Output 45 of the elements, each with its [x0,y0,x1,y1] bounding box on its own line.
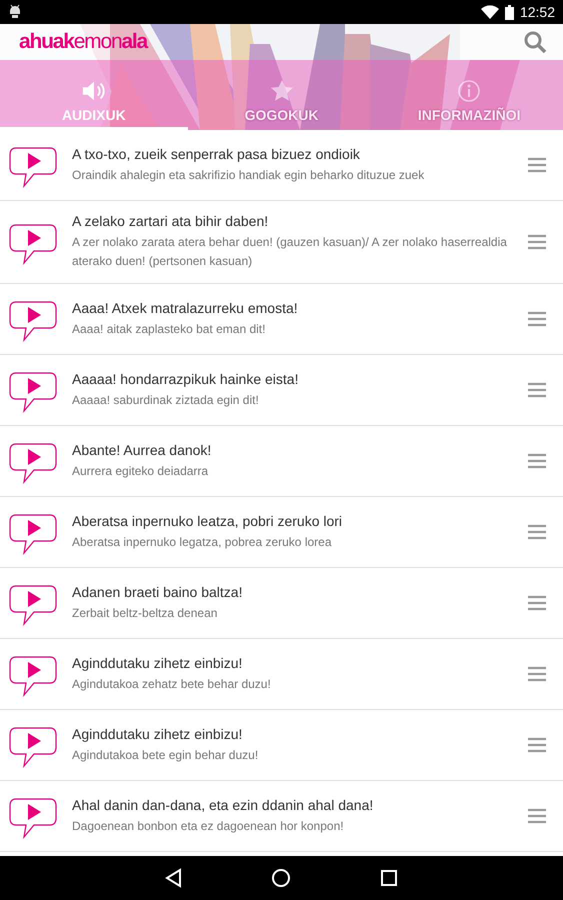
info-icon [456,79,482,103]
recents-button[interactable] [379,868,400,888]
menu-icon[interactable] [527,666,547,682]
menu-icon[interactable] [527,595,547,611]
phrase-title: Aginddutaku zihetz einbizu! [72,726,244,742]
phrase-title: Abante! Aurrea danok! [72,442,212,458]
menu-icon[interactable] [527,808,547,824]
phrase-translation: Aurrera egiteko deiadarra [72,462,210,480]
menu-icon[interactable] [527,524,547,540]
phrase-translation: Agindutakoa zehatz bete behar duzu! [72,676,272,692]
phrase-translation: Zerbait beltz-beltza denean [72,604,218,622]
menu-icon[interactable] [527,234,547,250]
back-button[interactable] [164,868,184,888]
menu-icon[interactable] [527,453,547,469]
star-icon [268,79,294,103]
phrase-title: Aginddutaku zihetz einbizu! [72,654,244,670]
app-logo: ahuakemonala [19,30,148,54]
android-icon [8,4,22,20]
phrase-translation: Aaaa! aitak zaplasteko bat eman dit! [72,320,266,338]
phrase-translation: Oraindik ahalegin eta sakrifizio handiak egin beharko dituzue zuek [72,166,426,184]
phrase-title: A txo-txo, zueik senperrak pasa bizuez ondioik [72,146,361,162]
phrase-title: Aaaaa! hondarrazpikuk hainke eista! [72,370,300,386]
clock-time: 12:52 [520,4,555,20]
phrase-title: Ahal danin dan-dana, eta ezin ddanin ahal dana! [72,796,374,812]
tab[interactable]: INFORMAZIÑOI [375,60,563,130]
home-button[interactable] [271,868,292,888]
menu-icon[interactable] [527,737,547,753]
phrase-title: Adanen braeti baino baltza! [72,584,244,600]
menu-icon[interactable] [527,382,547,398]
phrase-translation: Dagoenean bonbon eta ez dagoenean hor konpon! [72,818,345,834]
phrase-translation: Agindutakoa bete egin behar duzu! [72,746,260,764]
tab[interactable]: GOGOKUK [188,60,376,130]
wifi-icon [480,5,499,19]
phrase-title: A zelako zartari ata bihir daben! [72,213,270,229]
menu-icon[interactable] [527,157,547,173]
search-button[interactable] [523,30,547,54]
phrase-title: Aberatsa inpernuko leatza, pobri zeruko lori [72,512,344,528]
phrase-translation: Aberatsa inpernuko legatza, pobrea zeruko lorea [72,534,332,550]
tab[interactable]: AUDIXUK [0,60,188,130]
phrase-translation: Aaaaa! saburdinak ziztada egin dit! [72,392,260,408]
speaker-icon [80,79,107,103]
phrase-title: Aaaa! Atxek matralazurreku emosta! [72,300,299,316]
battery-icon [504,4,514,20]
menu-icon[interactable] [527,311,547,327]
phrase-translation: A zer nolako zarata atera behar duen! (gauzen kasuan)/ A zer nolako haserrealdia aterako duen! (pertsonen kasuan) [72,234,508,270]
